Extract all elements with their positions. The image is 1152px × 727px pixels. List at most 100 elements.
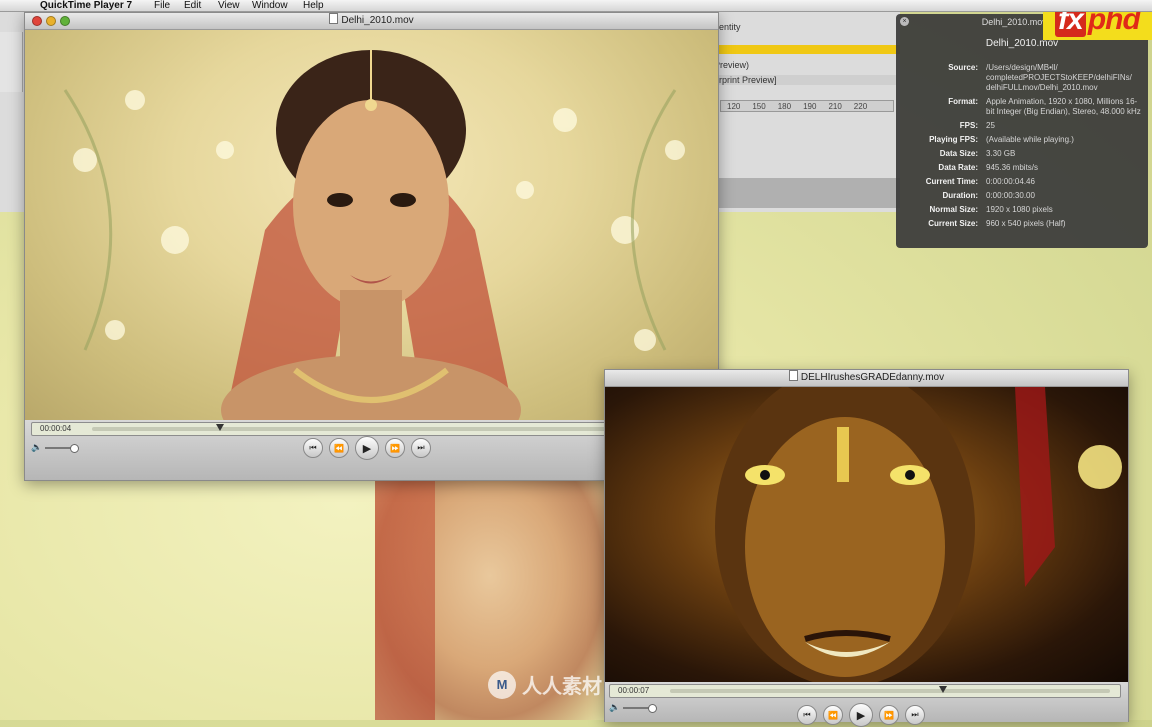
timeline-track[interactable] <box>670 686 1110 693</box>
info-label: Data Size: <box>939 149 978 158</box>
info-label: Current Size: <box>928 219 978 228</box>
volume-slider[interactable] <box>45 443 80 453</box>
menu-bar: QuickTime Player 7 File Edit View Window… <box>0 0 1152 12</box>
background-row-fingerprint: erprint Preview] <box>714 75 896 85</box>
ruler-tick: 180 <box>777 102 792 111</box>
timeline-track[interactable] <box>92 424 672 431</box>
ruler-tick: 210 <box>828 102 842 111</box>
info-value: 0:00:00:30.00 <box>986 191 1035 200</box>
menu-window[interactable]: Window <box>252 0 288 11</box>
fast-forward-button[interactable]: ⏩ <box>879 705 899 725</box>
play-button[interactable]: ▶ <box>355 436 379 460</box>
playhead[interactable] <box>215 424 224 431</box>
background-row-identity: dentity <box>714 22 741 32</box>
info-row: Current Time: 0:00:00:04.46 <box>896 177 1148 187</box>
speaker-icon: 🔈 <box>609 702 621 712</box>
go-to-start-button[interactable]: ⏮ <box>303 438 323 458</box>
volume-knob[interactable] <box>648 703 658 713</box>
info-value: (Available while playing.) <box>986 135 1074 144</box>
info-label: Format: <box>948 97 978 106</box>
go-to-end-button[interactable]: ⏭ <box>411 438 431 458</box>
ruler-tick: 190 <box>803 102 817 111</box>
info-row: Data Size: 3.30 GB <box>896 149 1148 159</box>
ruler-tick: 120 <box>727 102 741 111</box>
info-row: FPS: 25 <box>896 121 1148 131</box>
quicktime-window-second[interactable]: DELHIrushesGRADEdanny.mov 00:00:07 🔈 ⏮ ⏪… <box>604 369 1129 727</box>
movie-info-panel[interactable]: × Delhi_2010.mov - ... Delhi_2010.mov So… <box>896 14 1148 248</box>
info-rows: Source: /Users/design/MB•ll/ completedPRO… <box>896 63 1148 229</box>
go-to-start-button[interactable]: ⏮ <box>797 705 817 725</box>
play-button[interactable]: ▶ <box>849 703 873 727</box>
volume-control[interactable]: 🔈 <box>609 702 658 713</box>
background-highlight-bar <box>714 45 900 54</box>
background-ruler: 120 150 180 190 210 220 <box>720 100 894 112</box>
close-icon[interactable]: × <box>900 17 909 26</box>
transport-buttons: ⏮ ⏪ ▶ ⏩ ⏭ <box>797 703 925 727</box>
info-row: Data Rate: 945.36 mbits/s <box>896 163 1148 173</box>
rewind-button[interactable]: ⏪ <box>329 438 349 458</box>
info-value: /Users/design/MB•ll/ completedPROJECTSto… <box>986 63 1132 92</box>
playhead[interactable] <box>938 686 947 693</box>
ruler-tick: 150 <box>752 102 766 111</box>
info-value: 945.36 mbits/s <box>986 163 1039 172</box>
info-label: Data Rate: <box>938 163 978 172</box>
volume-knob[interactable] <box>70 443 80 453</box>
background-panel <box>714 178 900 208</box>
watermark-logo-icon: M <box>488 670 516 699</box>
info-row: Normal Size: 1920 x 1080 pixels <box>896 205 1148 215</box>
background-row-preview: Preview) <box>714 60 750 70</box>
menu-help[interactable]: Help <box>303 0 324 11</box>
background-sidebar <box>0 32 23 92</box>
zoom-button[interactable] <box>60 16 70 26</box>
window-titlebar[interactable]: Delhi_2010.mov <box>25 13 718 30</box>
watermark: M 人人素材 <box>488 670 602 699</box>
window-titlebar[interactable]: DELHIrushesGRADEdanny.mov <box>605 370 1128 387</box>
info-label: Normal Size: <box>929 205 978 214</box>
info-value: 960 x 540 pixels (Half) <box>986 219 1066 228</box>
window-controls <box>32 16 70 26</box>
info-label: Duration: <box>942 191 978 200</box>
info-label: FPS: <box>959 121 978 130</box>
window-title: DELHIrushesGRADEdanny.mov <box>800 372 945 383</box>
volume-control[interactable]: 🔈 <box>31 442 80 453</box>
info-row: Playing FPS: (Available while playing.) <box>896 135 1148 145</box>
info-row: Source: /Users/design/MB•ll/ completedPRO… <box>896 63 1148 93</box>
graded-portrait-illustration <box>715 387 1122 682</box>
info-value: 0:00:00:04.46 <box>986 177 1035 186</box>
minimize-button[interactable] <box>46 16 56 26</box>
portrait-illustration <box>63 50 685 420</box>
video-frame-portrait[interactable] <box>25 30 718 420</box>
go-to-end-button[interactable]: ⏭ <box>905 705 925 725</box>
timecode-display: 00:00:04 <box>40 424 72 433</box>
info-value: 25 <box>986 121 995 130</box>
menu-view[interactable]: View <box>218 0 240 11</box>
info-row: Current Size: 960 x 540 pixels (Half) <box>896 219 1148 229</box>
rewind-button[interactable]: ⏪ <box>823 705 843 725</box>
background-veil-shape <box>375 480 435 720</box>
info-value: 3.30 GB <box>986 149 1016 158</box>
window-title: Delhi_2010.mov <box>341 15 414 26</box>
video-frame-graded[interactable] <box>605 387 1128 682</box>
watermark-text: 人人素材 <box>522 676 602 698</box>
info-label: Playing FPS: <box>929 135 978 144</box>
timeline-scrubber[interactable]: 00:00:07 <box>609 684 1121 698</box>
document-icon <box>788 370 798 381</box>
menu-edit[interactable]: Edit <box>184 0 201 11</box>
info-label: Source: <box>948 63 978 72</box>
fast-forward-button[interactable]: ⏩ <box>385 438 405 458</box>
ruler-tick: 220 <box>853 102 868 111</box>
menu-app-name[interactable]: QuickTime Player 7 <box>40 0 132 11</box>
timecode-display: 00:00:07 <box>618 686 650 695</box>
close-button[interactable] <box>32 16 42 26</box>
info-value: Apple Animation, 1920 x 1080, Millions 1… <box>986 97 1141 116</box>
info-row: Format: Apple Animation, 1920 x 1080, Mil… <box>896 97 1148 117</box>
document-icon <box>329 13 339 24</box>
playback-controls: 00:00:07 🔈 ⏮ ⏪ ▶ ⏩ ⏭ <box>605 682 1128 727</box>
transport-buttons: ⏮ ⏪ ▶ ⏩ ⏭ <box>303 436 431 460</box>
speaker-icon: 🔈 <box>31 442 43 452</box>
info-row: Duration: 0:00:00:30.00 <box>896 191 1148 201</box>
info-value: 1920 x 1080 pixels <box>986 205 1053 214</box>
info-label: Current Time: <box>925 177 978 186</box>
volume-slider[interactable] <box>623 703 658 713</box>
menu-file[interactable]: File <box>154 0 170 11</box>
